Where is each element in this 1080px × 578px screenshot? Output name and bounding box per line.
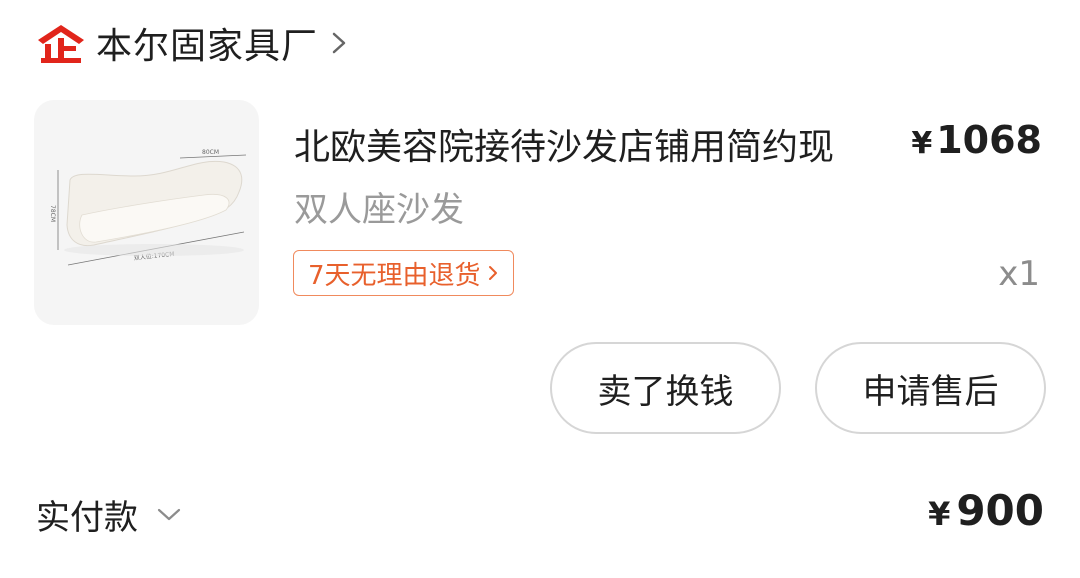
chevron-down-icon	[156, 507, 182, 523]
chevron-right-icon	[487, 263, 499, 283]
paid-label: 实付款	[36, 498, 138, 538]
sofa-image: 80CM 78CM 双人位:170CM	[49, 149, 247, 266]
sell-button[interactable]: 卖了换钱	[550, 342, 781, 434]
shop-name[interactable]: 本尔固家具厂	[96, 17, 318, 69]
currency-symbol: ¥	[928, 495, 951, 533]
dimension-side-label: 78CM	[49, 205, 56, 222]
shop-header[interactable]: 本尔固家具厂	[36, 17, 350, 69]
paid-amount-value: 900	[956, 486, 1044, 535]
product-image[interactable]: 80CM 78CM 双人位:170CM	[34, 100, 259, 325]
return-policy-tag[interactable]: 7天无理由退货	[293, 250, 514, 296]
price-value: 1068	[936, 118, 1042, 162]
dimension-top-label: 80CM	[202, 149, 219, 156]
product-spec: 双人座沙发	[294, 190, 464, 230]
paid-amount: ¥900	[928, 486, 1044, 535]
product-price: ¥1068	[911, 118, 1042, 162]
aftersale-button[interactable]: 申请售后	[815, 342, 1046, 434]
return-policy-label: 7天无理由退货	[308, 260, 481, 291]
product-quantity: x1	[998, 254, 1040, 294]
qi-enterprise-logo-icon	[36, 22, 86, 64]
paid-amount-toggle[interactable]: 实付款	[36, 490, 182, 539]
currency-symbol: ¥	[911, 126, 933, 161]
chevron-right-icon	[328, 28, 350, 58]
product-title[interactable]: 北欧美容院接待沙发店铺用简约现	[294, 118, 834, 170]
